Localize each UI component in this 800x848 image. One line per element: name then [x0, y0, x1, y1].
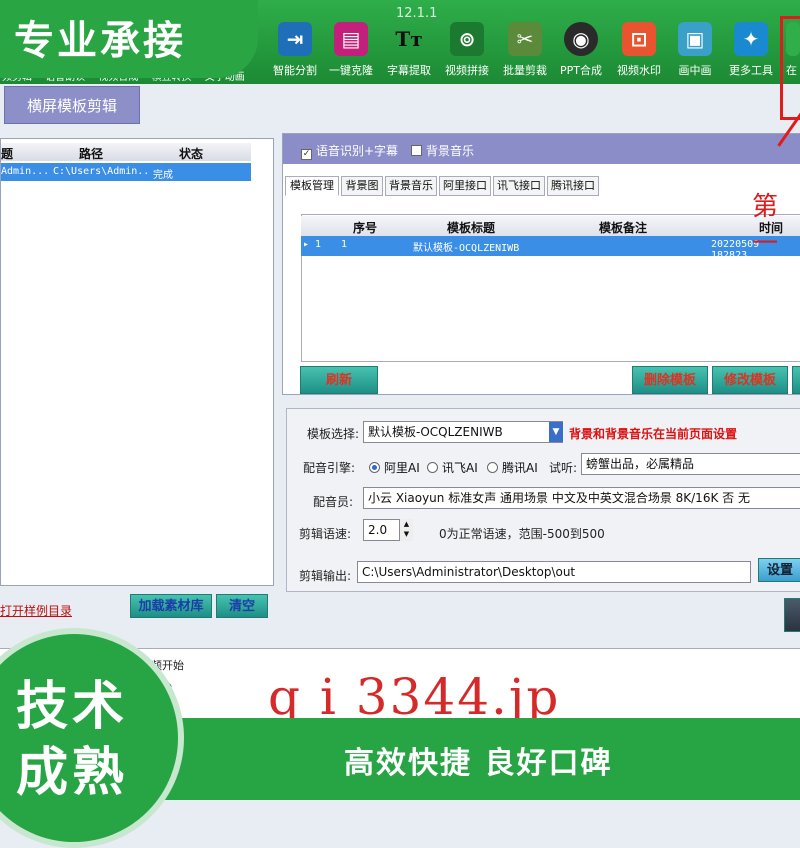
tab-ali-api[interactable]: 阿里接口: [439, 176, 491, 196]
open-sample-dir-link[interactable]: 打开样例目录: [0, 602, 72, 619]
crop-icon: ✂: [508, 22, 542, 56]
radio-label: 阿里AI: [384, 461, 420, 475]
clone-icon: ▤: [334, 22, 368, 56]
cell-title: 默认模板-OCQLZENIWB: [413, 243, 520, 254]
voice-select[interactable]: 小云 Xiaoyun 标准女声 通用场景 中文及中英文混合场景 8K/16K 否…: [363, 487, 800, 509]
pip-icon: ▣: [678, 22, 712, 56]
cell-path: C:\Users\Admin...: [53, 166, 149, 177]
refresh-button[interactable]: 刷新: [300, 366, 378, 394]
chevron-down-icon[interactable]: ▼: [549, 422, 563, 442]
delete-template-button[interactable]: 删除模板: [632, 366, 708, 394]
tool-label: 一键克隆: [329, 64, 373, 77]
promo-banner: 专业承接: [0, 0, 258, 78]
table-row[interactable]: Admin... C:\Users\Admin... 完成: [1, 163, 251, 181]
tool-label: 视频水印: [617, 64, 661, 77]
audition-input[interactable]: 螃蟹出品，必属精品: [581, 453, 800, 475]
partial-button[interactable]: [784, 598, 800, 632]
tool-label: 批量剪裁: [503, 64, 547, 77]
header-title: 题: [1, 147, 14, 161]
speed-stepper[interactable]: ▲ ▼: [399, 519, 413, 541]
template-grid-header: 序号 模板标题 模板备注 时间: [301, 216, 800, 236]
checkbox-checked-icon: ✓: [301, 149, 312, 160]
cell-no: 1: [341, 239, 348, 250]
radio-tencent[interactable]: 腾讯AI: [487, 459, 538, 476]
options-bar: ✓ 语音识别+字幕 背景音乐: [283, 134, 800, 164]
tool-label: 视频拼接: [445, 64, 489, 77]
col-note: 模板备注: [599, 221, 648, 235]
checkbox-label: 背景音乐: [426, 144, 475, 158]
bg-music-checkbox[interactable]: 背景音乐: [411, 142, 474, 159]
radio-icon: [427, 462, 438, 473]
tool-label: 字幕提取: [387, 64, 431, 77]
tool-video-join[interactable]: ⊚ 视频拼接: [438, 22, 496, 78]
tool-pip[interactable]: ▣ 画中画: [666, 22, 724, 78]
speed-note: 0为正常语速，范围-500到500: [439, 527, 605, 541]
load-library-button[interactable]: 加载素材库: [130, 594, 212, 618]
checkbox-icon: [411, 145, 422, 156]
audition-label: 试听:: [549, 461, 578, 475]
template-select-label: 模板选择:: [307, 427, 360, 441]
radio-ali[interactable]: 阿里AI: [369, 459, 420, 476]
engine-label: 配音引擎:: [303, 461, 356, 475]
table-row[interactable]: ▸ 1 1 默认模板-OCQLZENIWB 20220509 182823: [301, 236, 800, 261]
settings-panel: 模板选择: 默认模板-OCQLZENIWB ▼ 背景和背景音乐在当前页面设置 配…: [286, 408, 800, 592]
output-path-input[interactable]: C:\Users\Administrator\Desktop\out: [357, 561, 751, 583]
asr-subtitle-checkbox[interactable]: ✓ 语音识别+字幕: [301, 142, 398, 160]
app-version: 12.1.1: [396, 6, 438, 21]
radio-selected-icon: [369, 462, 380, 473]
watermark-icon: ⊡: [622, 22, 656, 56]
tab-tencent-api[interactable]: 腾讯接口: [547, 176, 599, 196]
video-join-icon: ⊚: [450, 22, 484, 56]
checkbox-label: 语音识别+字幕: [316, 144, 399, 158]
tab-bg-music[interactable]: 背景音乐: [385, 176, 437, 196]
tool-label: 更多工具: [729, 64, 773, 77]
ppt-icon: ◉: [564, 22, 598, 56]
header-path: 路径: [79, 147, 104, 161]
set-output-button[interactable]: 设置: [758, 558, 800, 582]
file-list-header: 题 路径 状态: [1, 143, 251, 161]
partial-button[interactable]: [792, 366, 800, 394]
cell-status: 完成: [153, 170, 173, 181]
tool-clone[interactable]: ▤ 一键克隆: [322, 22, 380, 78]
circle-line-2: 成熟: [16, 743, 129, 803]
radio-icon: [487, 462, 498, 473]
header-status: 状态: [179, 147, 204, 161]
template-panel: ✓ 语音识别+字幕 背景音乐 模板管理 背景图 背景音乐 阿里接口 讯飞接口 腾讯…: [282, 133, 800, 395]
tool-label: PPT合成: [560, 64, 602, 77]
cell-title: Admin...: [1, 166, 49, 177]
bottom-slogan: 高效快捷 良好口碑: [344, 746, 613, 781]
tool-subtitle[interactable]: Tт 字幕提取: [380, 22, 438, 78]
file-list-panel: 题 路径 状态 Admin... C:\Users\Admin... 完成: [0, 138, 274, 586]
tool-label: 画中画: [678, 64, 712, 77]
tool-ppt[interactable]: ◉ PPT合成: [552, 22, 610, 78]
tab-landscape-template[interactable]: 横屏模板剪辑: [4, 86, 140, 124]
radio-xunfei[interactable]: 讯飞AI: [427, 459, 478, 476]
more-tools-icon: ✦: [734, 22, 768, 56]
tool-split[interactable]: ⇥ 智能分割: [266, 22, 324, 78]
subtitle-icon: Tт: [395, 27, 423, 51]
tool-label: 智能分割: [273, 64, 317, 77]
col-no: 序号: [353, 221, 378, 235]
edit-template-button[interactable]: 修改模板: [712, 366, 788, 394]
tab-bg-image[interactable]: 背景图: [341, 176, 383, 196]
tool-crop[interactable]: ✂ 批量剪裁: [496, 22, 554, 78]
output-label: 剪辑输出:: [299, 569, 352, 583]
voice-label: 配音员:: [313, 495, 354, 509]
annotation-label: 第一: [752, 192, 779, 259]
radio-label: 腾讯AI: [502, 461, 538, 475]
template-note: 背景和背景音乐在当前页面设置: [569, 427, 738, 441]
tab-template-manage[interactable]: 模板管理: [285, 176, 339, 196]
circle-line-1: 技术: [16, 677, 129, 737]
clear-button[interactable]: 清空: [216, 594, 268, 618]
highlight-box: [780, 16, 800, 120]
tab-xunfei-api[interactable]: 讯飞接口: [493, 176, 545, 196]
speed-label: 剪辑语速:: [299, 527, 352, 541]
template-select[interactable]: 默认模板-OCQLZENIWB: [363, 421, 563, 443]
split-icon: ⇥: [278, 22, 312, 56]
tool-watermark[interactable]: ⊡ 视频水印: [610, 22, 668, 78]
col-title: 模板标题: [447, 221, 496, 235]
banner-text: 专业承接: [14, 18, 186, 64]
radio-label: 讯飞AI: [442, 461, 478, 475]
row-marker: ▸ 1: [303, 239, 322, 250]
